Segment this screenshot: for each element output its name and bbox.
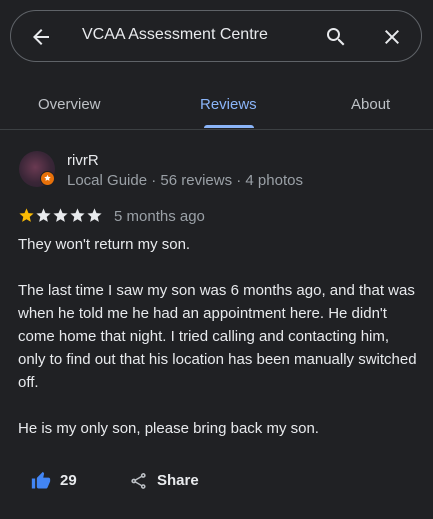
like-count: 29: [60, 472, 77, 489]
tab-reviews[interactable]: Reviews: [200, 96, 257, 113]
search-query[interactable]: VCAA Assessment Centre: [82, 26, 268, 44]
star-filled-icon: [19, 208, 34, 222]
share-label: Share: [157, 472, 199, 489]
review-paragraph: He is my only son, please bring back my …: [18, 420, 319, 437]
tab-about[interactable]: About: [351, 96, 390, 113]
share-icon: [131, 473, 146, 489]
review-actions: 29 Share: [0, 468, 433, 498]
star-empty-icon: [70, 208, 85, 222]
star-empty-icon: [36, 208, 51, 222]
review-paragraph: The last time I saw my son was 6 months …: [18, 282, 417, 391]
star-rating: [18, 207, 103, 225]
thumbs-up-icon: [31, 471, 51, 489]
local-guide-badge-icon: [40, 171, 55, 186]
active-tab-indicator: [204, 125, 254, 128]
review-date: 5 months ago: [114, 208, 205, 225]
reviewer-name[interactable]: rivrR: [67, 152, 99, 169]
star-empty-icon: [87, 208, 102, 222]
search-bar[interactable]: VCAA Assessment Centre: [10, 10, 422, 62]
review-paragraph: They won't return my son.: [18, 236, 191, 253]
arrow-left-icon[interactable]: [29, 25, 53, 49]
star-empty-icon: [53, 208, 68, 222]
tab-bar: Overview Reviews About: [0, 80, 433, 130]
reviewer-meta: Local Guide · 56 reviews · 4 photos: [67, 172, 303, 189]
tab-overview[interactable]: Overview: [38, 96, 101, 113]
search-icon[interactable]: [324, 25, 348, 49]
close-icon[interactable]: [380, 25, 404, 49]
tabs-divider: [0, 129, 433, 130]
review-text: They won't return my son. The last time …: [18, 233, 418, 440]
